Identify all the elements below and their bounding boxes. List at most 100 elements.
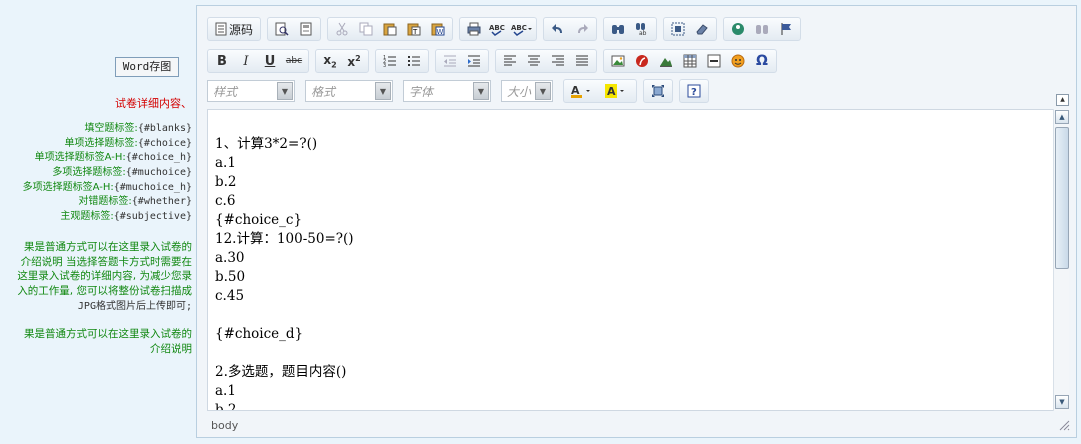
note-line: 介绍说明 当选择答题卡方式时需要在 <box>20 256 192 268</box>
tag-code: {#muchoice} <box>125 167 192 178</box>
flash-button[interactable] <box>751 19 773 39</box>
tag-code: {#choice} <box>137 138 192 149</box>
align-right-button[interactable] <box>547 51 569 71</box>
strikethrough-button[interactable]: abc <box>283 51 305 71</box>
source-button[interactable]: 源码 <box>211 19 257 39</box>
collapse-toolbar-button[interactable]: ▲ <box>1056 94 1069 106</box>
flash-insert-button[interactable] <box>631 51 653 71</box>
word-save-image-button[interactable]: Word存图 <box>115 57 179 77</box>
replace-icon: ab <box>636 23 647 36</box>
insert-emoticon-button[interactable] <box>727 19 749 39</box>
align-left-button[interactable] <box>499 51 521 71</box>
table-button[interactable] <box>679 51 701 71</box>
undo-button[interactable] <box>547 19 569 39</box>
outdent-button[interactable] <box>439 51 461 71</box>
select-all-button[interactable] <box>667 19 689 39</box>
note-line: JPG格式图片后上传即可; <box>77 301 192 312</box>
scroll-up-button[interactable]: ▲ <box>1055 110 1069 124</box>
numbered-list-button[interactable]: 123 <box>379 51 401 71</box>
clipboard-icon <box>383 23 397 36</box>
subscript-button[interactable]: x2 <box>319 51 341 71</box>
editor-content[interactable]: 1、计算3*2=?() a.1 b.2 c.6 {#choice_c} 12.计算：100… <box>215 135 1050 410</box>
format-combo[interactable]: 格式 ▼ <box>305 80 393 102</box>
scrollbar-thumb[interactable] <box>1055 127 1069 269</box>
special-char-button[interactable]: Ω <box>751 51 773 71</box>
tag-line-subjective: 主观题标签:{#subjective} <box>60 210 192 224</box>
tag-label: 对错题标签: <box>78 196 132 207</box>
spellcheck-dropdown-button[interactable]: ABC <box>511 19 533 39</box>
bulleted-list-button[interactable] <box>403 51 425 71</box>
undo-icon <box>552 24 563 33</box>
remove-format-button[interactable] <box>691 19 713 39</box>
align-right-icon <box>552 55 564 66</box>
vertical-scrollbar[interactable]: ▲ ▼ <box>1053 109 1069 411</box>
element-path[interactable]: body <box>211 419 238 432</box>
underline-button[interactable]: U <box>259 51 281 71</box>
background-image-button[interactable] <box>655 51 677 71</box>
spellcheck-icon: ABC <box>489 24 505 36</box>
background-color-button[interactable]: A <box>601 81 633 101</box>
style-combo-label: 样式 <box>213 84 238 99</box>
cut-button[interactable] <box>331 19 353 39</box>
svg-text:ABC: ABC <box>511 24 527 32</box>
paste-text-icon: T <box>407 23 421 36</box>
templates-button[interactable] <box>295 19 317 39</box>
detail-title: 试卷详细内容、 <box>115 97 192 110</box>
toolbar-row-1: 源码 T W ABC ABC ab <box>207 17 807 41</box>
tag-code: {#subjective} <box>113 211 192 222</box>
spellcheck-button[interactable]: ABC <box>487 19 509 39</box>
chevron-down-icon: ▼ <box>277 82 293 100</box>
find-button[interactable] <box>607 19 629 39</box>
editor-content-area[interactable]: 1、计算3*2=?() a.1 b.2 c.6 {#choice_c} 12.计算：100… <box>207 109 1055 411</box>
toolbar-group-print: ABC ABC <box>459 17 538 41</box>
content-line: 1、计算3*2=?() <box>215 136 318 152</box>
left-panel: Word存图 试卷详细内容、 填空题标签:{#blanks} 单项选择题标签:{… <box>0 0 196 444</box>
image-button[interactable] <box>607 51 629 71</box>
tag-line-choice-h: 单项选择题标签A-H:{#choice_h} <box>35 151 192 165</box>
bold-button[interactable]: B <box>211 51 233 71</box>
mountain-icon <box>660 58 672 67</box>
indent-icon <box>468 55 480 67</box>
paste-word-button[interactable]: W <box>427 19 449 39</box>
paste-button[interactable] <box>379 19 401 39</box>
italic-button[interactable]: I <box>235 51 257 71</box>
paste-text-button[interactable]: T <box>403 19 425 39</box>
note-line: 介绍说明 <box>150 343 192 355</box>
maximize-button[interactable] <box>647 81 669 101</box>
toolbar-group-colors: A A <box>563 79 637 103</box>
tag-line-whether: 对错题标签:{#whether} <box>78 195 192 209</box>
smiley-button[interactable] <box>727 51 749 71</box>
font-combo[interactable]: 字体 ▼ <box>403 80 491 102</box>
superscript-button[interactable]: x2 <box>343 51 365 71</box>
indent-button[interactable] <box>463 51 485 71</box>
anchor-button[interactable] <box>775 19 797 39</box>
text-color-button[interactable]: A <box>567 81 599 101</box>
copy-button[interactable] <box>355 19 377 39</box>
outdent-icon <box>444 55 456 67</box>
triangle-up-icon: ▲ <box>1060 96 1065 103</box>
toolbar-group-extra <box>723 17 802 41</box>
style-combo[interactable]: 样式 ▼ <box>207 80 295 102</box>
align-center-button[interactable] <box>523 51 545 71</box>
maximize-icon <box>652 85 664 97</box>
content-line: 2.多选题，题目内容() <box>215 364 347 380</box>
scroll-down-button[interactable]: ▼ <box>1055 395 1069 409</box>
toolbar-group-doc <box>267 17 322 41</box>
content-line: {#choice_c} <box>215 212 303 228</box>
horizontal-rule-button[interactable] <box>703 51 725 71</box>
help-icon: ? <box>687 84 701 98</box>
chevron-up-icon: ▲ <box>1059 113 1065 121</box>
resize-grip-icon[interactable] <box>1058 419 1070 431</box>
size-combo[interactable]: 大小 ▼ <box>501 80 553 102</box>
chevron-down-icon: ▼ <box>1059 398 1065 406</box>
tag-label: 多项选择题标签: <box>52 167 126 178</box>
justify-button[interactable] <box>571 51 593 71</box>
tag-label: 多项选择题标签A-H: <box>22 182 114 193</box>
document-icon <box>215 22 227 36</box>
print-button[interactable] <box>463 19 485 39</box>
help-button[interactable]: ? <box>683 81 705 101</box>
note-line: 这里录入试卷的详细内容, 为减少您录 <box>17 270 192 282</box>
preview-button[interactable] <box>271 19 293 39</box>
replace-button[interactable]: ab <box>631 19 653 39</box>
redo-button[interactable] <box>571 19 593 39</box>
